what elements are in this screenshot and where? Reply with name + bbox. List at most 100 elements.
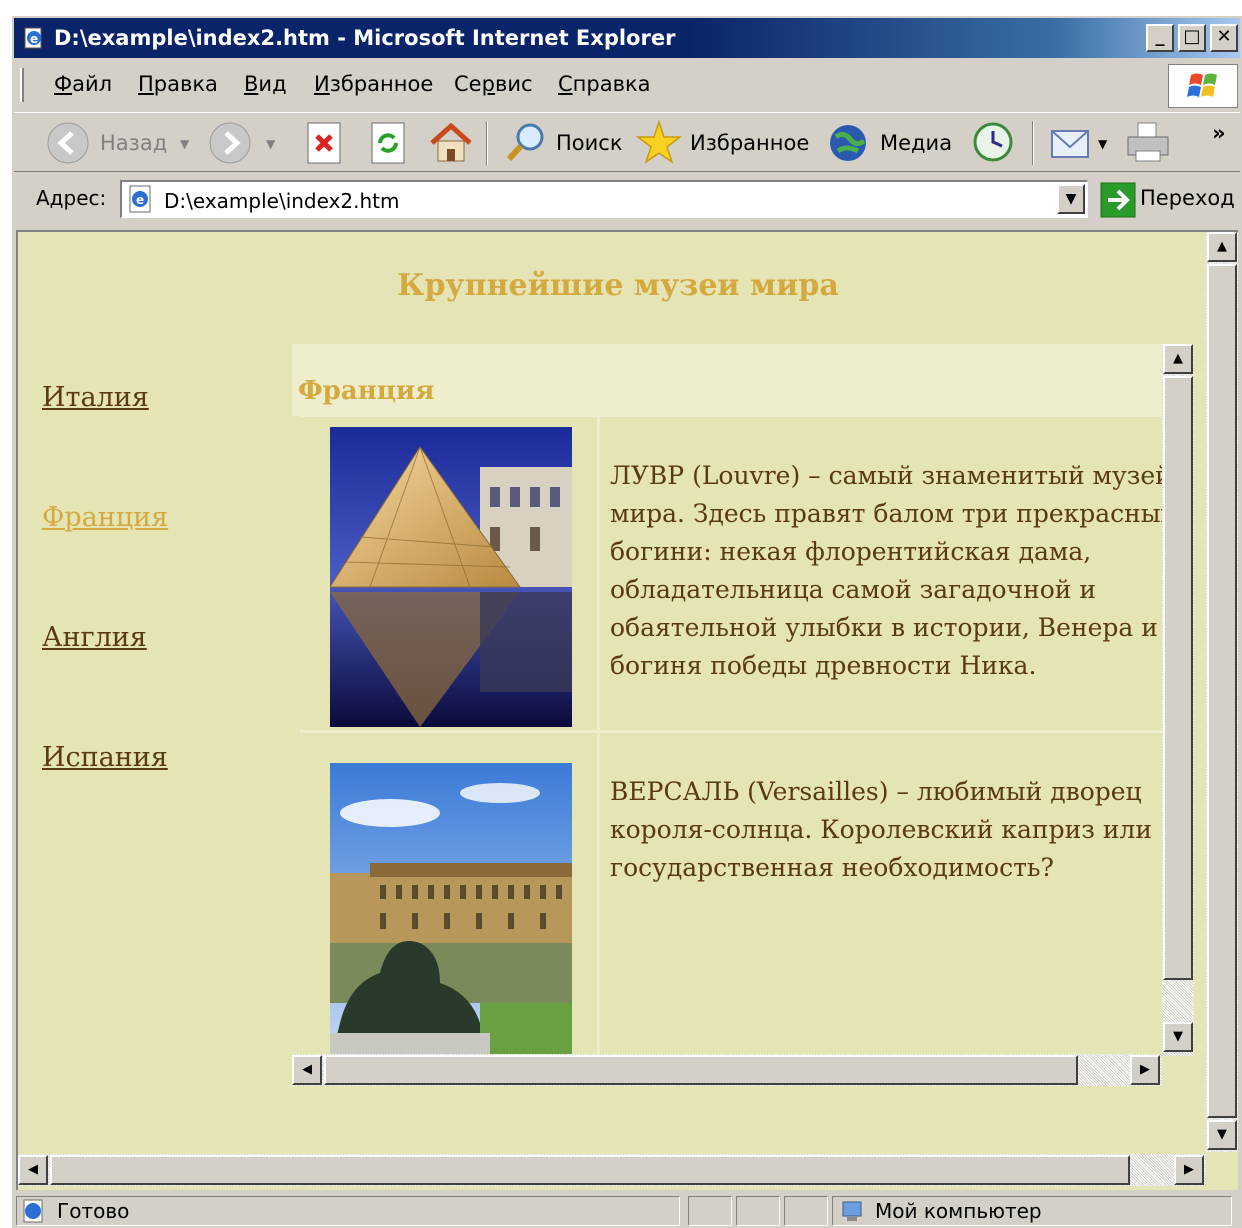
status-zone-panel: Мой компьютер (832, 1196, 1232, 1226)
content-frame: Франция ЛУВР (Louvre) – самый знаменитый… (292, 344, 1194, 1086)
svg-text:e: e (30, 32, 38, 46)
scroll-right-button[interactable]: ▶ (1130, 1055, 1160, 1085)
frame-vertical-scrollbar[interactable]: ▲ ▼ (1162, 344, 1194, 1056)
status-main-panel: Готово (16, 1196, 680, 1226)
window-title: D:\example\index2.htm - Microsoft Intern… (54, 26, 676, 50)
page-vertical-scrollbar[interactable]: ▲ ▼ (1206, 232, 1238, 1152)
menu-edit[interactable]: Правка (138, 72, 218, 96)
address-dropdown-button[interactable]: ▼ (1057, 184, 1085, 214)
search-button[interactable]: Поиск (504, 119, 623, 167)
menu-favorites[interactable]: Избранное (314, 72, 433, 96)
minimize-button[interactable]: _ (1146, 24, 1174, 52)
scroll-right-button[interactable]: ▶ (1174, 1155, 1204, 1185)
nav-link-spain[interactable]: Испания (42, 742, 168, 773)
nav-link-france[interactable]: Франция (42, 502, 168, 533)
title-bar: e D:\example\index2.htm - Microsoft Inte… (14, 18, 1240, 58)
scroll-down-button[interactable]: ▼ (1207, 1120, 1237, 1150)
page-horizontal-scrollbar[interactable]: ◀ ▶ (18, 1154, 1206, 1186)
back-dropdown-icon: ▼ (180, 137, 190, 151)
go-label: Переход (1140, 186, 1235, 210)
standard-toolbar: Назад ▼ ▼ Поиск Избранное Медиа ▼ » (14, 112, 1240, 172)
favorites-star-icon (636, 119, 682, 164)
status-panel (688, 1196, 732, 1226)
ie-page-icon: e (24, 27, 42, 49)
versailles-palace-image (330, 763, 572, 1063)
menu-view[interactable]: Вид (244, 72, 287, 96)
browser-window: e D:\example\index2.htm - Microsoft Inte… (10, 14, 1242, 1228)
page-horizontal-scroll-thumb[interactable] (50, 1155, 1130, 1185)
scroll-left-button[interactable]: ◀ (292, 1055, 322, 1085)
close-button[interactable]: ✕ (1210, 24, 1238, 52)
page-vertical-scroll-thumb[interactable] (1207, 264, 1237, 1118)
media-label: Медиа (880, 131, 953, 155)
forward-arrow-icon (209, 122, 251, 164)
refresh-button[interactable] (366, 119, 410, 167)
status-bar: Готово Мой компьютер (14, 1194, 1240, 1228)
menu-grip (20, 68, 24, 102)
status-panel (784, 1196, 828, 1226)
museum-row-versailles: ВЕРСАЛЬ (Versailles) – любимый дворец ко… (300, 730, 1170, 1086)
menu-bar: Файл Правка Вид Избранное Сервис Справка (14, 62, 1164, 108)
refresh-icon (371, 122, 405, 164)
go-arrow-icon (1100, 182, 1136, 218)
computer-icon (842, 1201, 862, 1221)
museum-description: ВЕРСАЛЬ (Versailles) – любимый дворец ко… (610, 777, 1153, 882)
media-globe-icon (830, 125, 866, 161)
nav-link-england[interactable]: Англия (42, 622, 147, 653)
page-title: Крупнейшие музеи мира (397, 268, 839, 303)
history-button[interactable] (970, 119, 1018, 167)
scroll-up-button[interactable]: ▲ (1163, 344, 1193, 374)
svg-text:e: e (136, 193, 144, 207)
menu-file[interactable]: Файл (54, 72, 112, 96)
toolbar-separator (486, 121, 488, 165)
frame-horizontal-scroll-thumb[interactable] (324, 1055, 1078, 1085)
scroll-left-button[interactable]: ◀ (18, 1155, 48, 1185)
museum-row-louvre: ЛУВР (Louvre) – самый знаменитый музей м… (300, 414, 1175, 730)
back-label: Назад (100, 131, 168, 155)
mail-button[interactable]: ▼ (1048, 119, 1112, 167)
forward-dropdown-icon: ▼ (266, 137, 276, 151)
stop-button[interactable] (302, 119, 346, 167)
page-viewport: Крупнейшие музеи мира Италия Франция Анг… (16, 230, 1238, 1190)
address-bar: Адрес: e ▼ Переход (14, 176, 1240, 224)
back-arrow-icon (47, 122, 89, 164)
print-button[interactable] (1124, 119, 1174, 167)
back-button[interactable]: Назад ▼ (44, 119, 204, 167)
page-done-icon (23, 1199, 43, 1223)
scroll-up-button[interactable]: ▲ (1207, 232, 1237, 262)
maximize-button[interactable]: □ (1178, 24, 1206, 52)
scroll-down-button[interactable]: ▼ (1163, 1022, 1193, 1052)
printer-icon (1127, 122, 1169, 162)
toolbar-separator (1032, 121, 1034, 165)
museum-description: ЛУВР (Louvre) – самый знаменитый музей м… (610, 461, 1175, 680)
search-label: Поиск (556, 131, 623, 155)
image-cell (300, 733, 600, 1086)
toolbar-more-button[interactable]: » (1212, 121, 1226, 169)
address-label: Адрес: (36, 186, 107, 210)
address-field[interactable]: e ▼ (120, 180, 1088, 218)
frame-header: Франция (292, 344, 1162, 416)
forward-button[interactable]: ▼ (206, 119, 286, 167)
media-button[interactable]: Медиа (826, 119, 954, 167)
favorites-button[interactable]: Избранное (636, 119, 810, 167)
page-icon: e (129, 185, 151, 213)
frame-vertical-scroll-thumb[interactable] (1163, 376, 1193, 980)
frame-heading: Франция (298, 376, 435, 406)
menu-tools[interactable]: Сервис (454, 72, 533, 96)
menu-help[interactable]: Справка (558, 72, 651, 96)
nav-link-italy[interactable]: Италия (42, 382, 149, 413)
security-zone-text: Мой компьютер (875, 1199, 1042, 1223)
favorites-label: Избранное (690, 131, 810, 155)
status-text: Готово (57, 1199, 130, 1223)
home-icon (430, 122, 472, 162)
address-input[interactable] (162, 188, 1022, 214)
louvre-pyramid-image (330, 427, 572, 727)
go-button[interactable]: Переход (1096, 180, 1236, 220)
windows-logo-icon (1168, 64, 1238, 108)
search-icon (506, 123, 544, 162)
history-icon (973, 122, 1013, 162)
frame-horizontal-scrollbar[interactable]: ◀ ▶ (292, 1054, 1162, 1086)
home-button[interactable] (428, 119, 476, 167)
mail-dropdown-icon: ▼ (1098, 137, 1108, 151)
stop-icon (307, 122, 341, 164)
